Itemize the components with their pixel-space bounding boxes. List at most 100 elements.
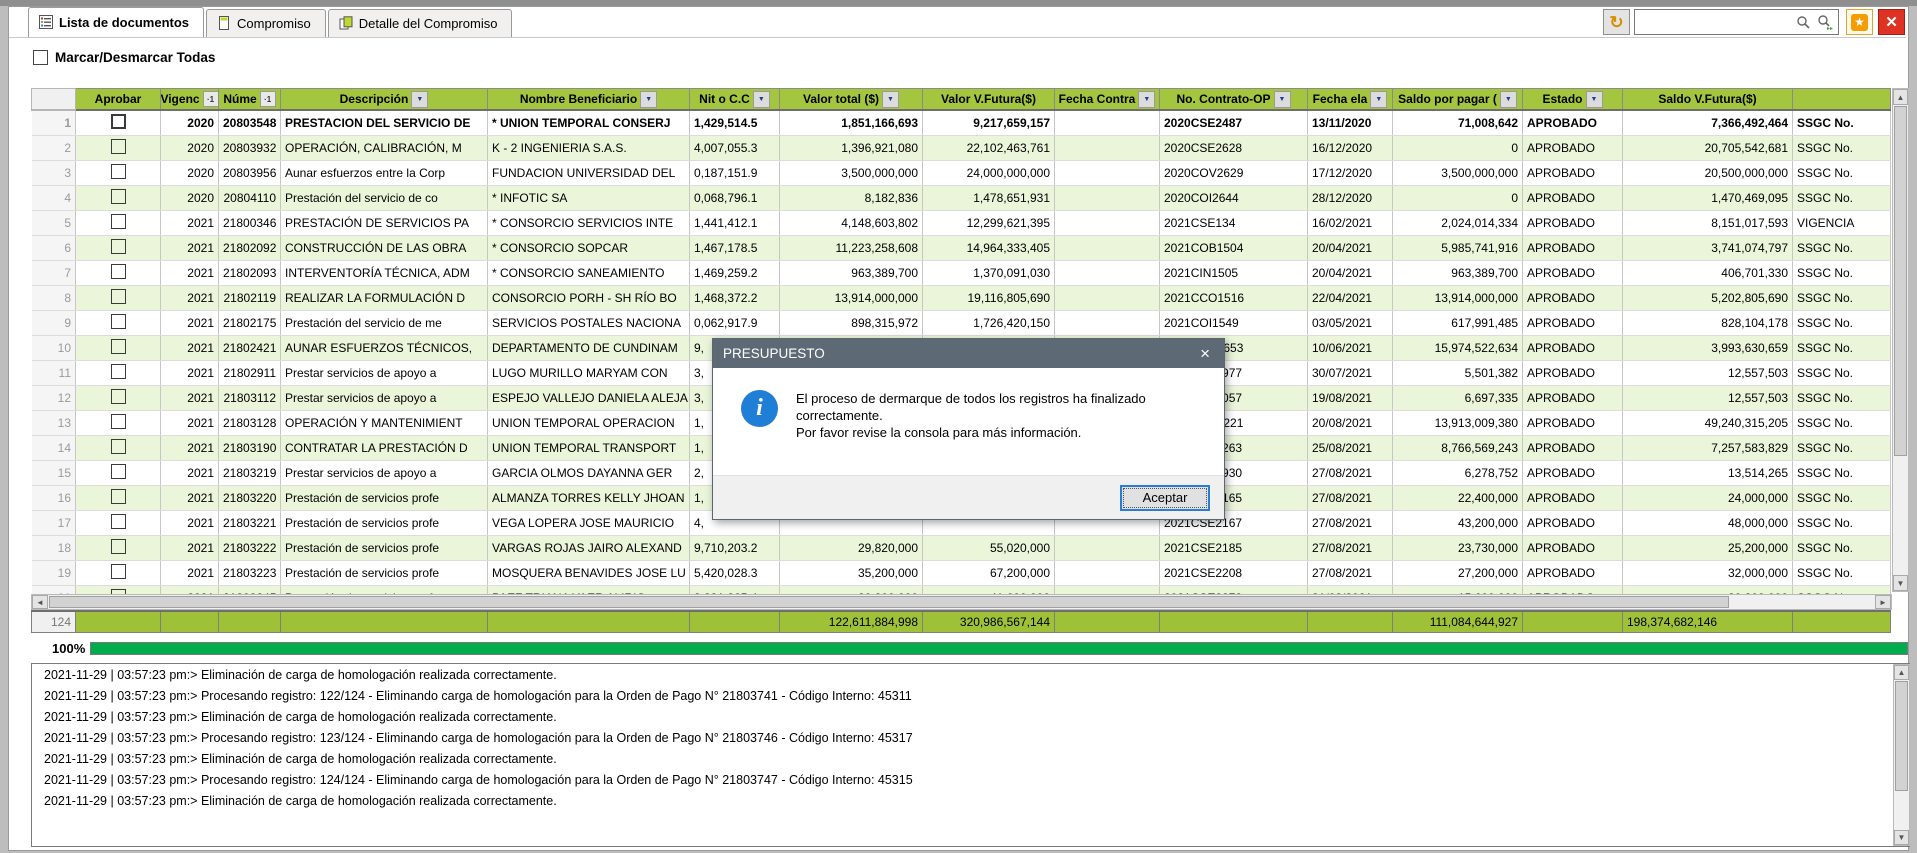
row-checkbox[interactable] xyxy=(111,214,126,229)
dialog-close-icon[interactable]: × xyxy=(1196,345,1214,362)
cell-descripcion: CONSTRUCCIÓN DE LAS OBRA xyxy=(281,236,488,261)
grid-hscroll-thumb[interactable] xyxy=(49,596,1729,608)
scroll-up-icon[interactable]: ▲ xyxy=(1894,665,1909,680)
cell-numero: 20803932 xyxy=(219,136,281,161)
console-vscrollbar[interactable]: ▲ ▼ xyxy=(1893,664,1910,846)
table-row[interactable]: 19202121803223Prestación de servicios pr… xyxy=(32,561,1891,586)
row-checkbox[interactable] xyxy=(111,114,126,129)
cell-numero: 21802175 xyxy=(219,311,281,336)
column-header-nit[interactable]: Nit o C.C▼ xyxy=(690,89,780,111)
scroll-up-icon[interactable]: ▲ xyxy=(1893,89,1908,105)
column-header-descripcion[interactable]: Descripción▼ xyxy=(281,89,488,111)
cell-fecha_ela: 27/08/2021 xyxy=(1308,511,1393,536)
scroll-down-icon[interactable]: ▼ xyxy=(1893,575,1908,591)
row-checkbox[interactable] xyxy=(111,189,126,204)
cell-vigencia: 2020 xyxy=(161,186,219,211)
cell-fecha_contra xyxy=(1055,261,1160,286)
row-checkbox[interactable] xyxy=(111,439,126,454)
table-row[interactable]: 7202121802093INTERVENTORÍA TÉCNICA, ADM*… xyxy=(32,261,1891,286)
row-checkbox[interactable] xyxy=(111,464,126,479)
filter-dropdown-icon[interactable]: ▼ xyxy=(411,91,428,108)
aceptar-button[interactable]: Aceptar xyxy=(1120,485,1210,511)
filter-dropdown-icon[interactable]: ▼ xyxy=(1370,91,1387,108)
table-row[interactable]: 2202020803932OPERACIÓN, CALIBRACIÓN, MK … xyxy=(32,136,1891,161)
filter-dropdown-icon[interactable]: ▼ xyxy=(1586,91,1603,108)
cell-saldo_vf: 7,257,583,829 xyxy=(1623,436,1793,461)
search-input[interactable] xyxy=(1635,11,1790,33)
table-row[interactable]: 9202121802175Prestación del servicio de … xyxy=(32,311,1891,336)
cell-num: 14 xyxy=(32,436,76,461)
cell-num: 4 xyxy=(32,186,76,211)
cell-numero: 21802911 xyxy=(219,361,281,386)
row-checkbox[interactable] xyxy=(111,264,126,279)
row-checkbox[interactable] xyxy=(111,389,126,404)
grid-vscrollbar[interactable]: ▲ ▼ xyxy=(1892,88,1909,592)
cell-beneficiario: VEGA LOPERA JOSE MAURICIO xyxy=(488,511,690,536)
console-vscroll-thumb[interactable] xyxy=(1895,681,1908,791)
exit-button[interactable]: ✕ xyxy=(1878,9,1905,35)
aprobar-cell xyxy=(76,561,161,586)
table-row[interactable]: 4202020804110Prestación del servicio de … xyxy=(32,186,1891,211)
filter-dropdown-icon[interactable]: ▼ xyxy=(1138,91,1155,108)
scroll-left-icon[interactable]: ◄ xyxy=(32,595,48,609)
refresh-button[interactable]: ↻ xyxy=(1603,9,1630,35)
column-header-fecha_contra[interactable]: Fecha Contra▼ xyxy=(1055,89,1160,111)
tab-lista-de-documentos[interactable]: Lista de documentos xyxy=(28,7,204,37)
column-header-estado[interactable]: Estado▼ xyxy=(1523,89,1623,111)
table-row[interactable]: 1202020803548PRESTACION DEL SERVICIO DE*… xyxy=(32,110,1891,136)
column-header-saldo_vf[interactable]: Saldo V.Futura($) xyxy=(1623,89,1793,111)
column-header-numero[interactable]: Núme·1 xyxy=(219,89,281,111)
cell-beneficiario: ESPEJO VALLEJO DANIELA ALEJA xyxy=(488,386,690,411)
filter-dropdown-icon[interactable]: ▼ xyxy=(753,91,770,108)
filter-dropdown-icon[interactable]: ▼ xyxy=(640,91,657,108)
row-checkbox[interactable] xyxy=(111,564,126,579)
row-checkbox[interactable] xyxy=(111,289,126,304)
filter-dropdown-icon[interactable]: ▼ xyxy=(882,91,899,108)
column-header-contrato[interactable]: No. Contrato-OP▼ xyxy=(1160,89,1308,111)
column-header-valor_vfutura[interactable]: Valor V.Futura($) xyxy=(923,89,1055,111)
row-checkbox[interactable] xyxy=(111,414,126,429)
table-row[interactable]: 8202121802119REALIZAR LA FORMULACIÓN DCO… xyxy=(32,286,1891,311)
cell-saldo: 0 xyxy=(1393,136,1523,161)
cell-fecha_ela: 16/12/2020 xyxy=(1308,136,1393,161)
table-row[interactable]: 6202121802092CONSTRUCCIÓN DE LAS OBRA* C… xyxy=(32,236,1891,261)
column-header-valor_total[interactable]: Valor total ($)▼ xyxy=(780,89,923,111)
column-header-beneficiario[interactable]: Nombre Beneficiario▼ xyxy=(488,89,690,111)
dialog-titlebar[interactable]: PRESUPUESTO × xyxy=(713,339,1224,368)
tab-compromiso[interactable]: Compromiso xyxy=(206,9,326,37)
aprobar-cell xyxy=(76,236,161,261)
cell-num: 9 xyxy=(32,311,76,336)
cell-valor_total: 1,851,166,693 xyxy=(780,110,923,136)
column-header-extra[interactable] xyxy=(1793,89,1891,111)
row-checkbox[interactable] xyxy=(111,489,126,504)
scroll-right-icon[interactable]: ► xyxy=(1875,595,1891,609)
grid-hscrollbar[interactable]: ◄ ► xyxy=(31,594,1892,610)
row-checkbox[interactable] xyxy=(111,339,126,354)
row-checkbox[interactable] xyxy=(111,239,126,254)
search-next-icon[interactable] xyxy=(1817,14,1834,30)
table-row[interactable]: 18202121803222Prestación de servicios pr… xyxy=(32,536,1891,561)
column-header-saldo[interactable]: Saldo por pagar (▼ xyxy=(1393,89,1523,111)
row-checkbox[interactable] xyxy=(111,514,126,529)
filter-dropdown-icon[interactable]: ▼ xyxy=(1500,91,1517,108)
column-header-vigencia[interactable]: Vigenc·1 xyxy=(161,89,219,111)
cell-fecha_ela: 20/04/2021 xyxy=(1308,236,1393,261)
search-icon[interactable] xyxy=(1796,15,1811,30)
scroll-down-icon[interactable]: ▼ xyxy=(1894,830,1909,845)
row-checkbox[interactable] xyxy=(111,539,126,554)
tab-detalle-del-compromiso[interactable]: Detalle del Compromiso xyxy=(328,9,513,37)
table-row[interactable]: 5202121800346PRESTACIÓN DE SERVICIOS PA*… xyxy=(32,211,1891,236)
row-checkbox[interactable] xyxy=(111,139,126,154)
column-header-fecha_ela[interactable]: Fecha ela▼ xyxy=(1308,89,1393,111)
favorites-button[interactable]: ★ xyxy=(1846,9,1873,35)
cell-saldo_vf: 48,000,000 xyxy=(1623,511,1793,536)
row-checkbox[interactable] xyxy=(111,364,126,379)
marcar-todas-checkbox[interactable] xyxy=(33,50,48,65)
grid-vscroll-thumb[interactable] xyxy=(1894,106,1907,456)
filter-dropdown-icon[interactable]: ▼ xyxy=(1274,91,1291,108)
column-header-chk[interactable]: Aprobar xyxy=(76,89,161,111)
row-checkbox[interactable] xyxy=(111,314,126,329)
table-row[interactable]: 3202020803956Aunar esfuerzos entre la Co… xyxy=(32,161,1891,186)
column-header-num[interactable] xyxy=(32,89,76,111)
row-checkbox[interactable] xyxy=(111,164,126,179)
